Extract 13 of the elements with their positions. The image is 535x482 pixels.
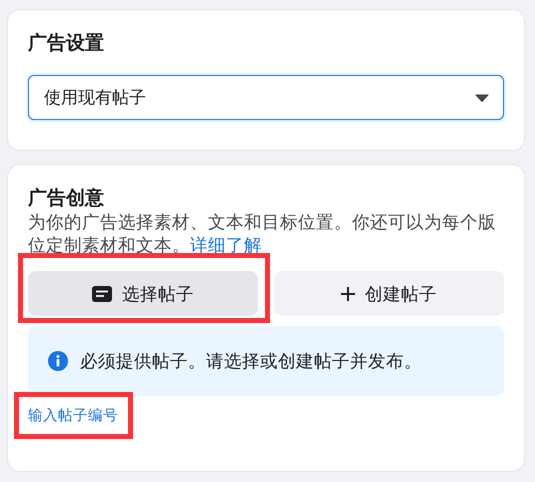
enter-post-id-link[interactable]: 输入帖子编号 (28, 407, 118, 425)
select-post-button[interactable]: 选择帖子 (28, 271, 258, 316)
card-description: 为你的广告选择素材、文本和目标位置。你还可以为每个版位定制素材和文本。详细了解 (28, 211, 497, 257)
post-source-dropdown[interactable]: 使用现有帖子 (28, 75, 504, 120)
notice-text: 必须提供帖子。请选择或创建帖子并发布。 (80, 350, 422, 373)
plus-icon (341, 286, 355, 300)
post-card-icon (92, 286, 112, 302)
learn-more-link[interactable]: 详细了解 (190, 235, 262, 255)
create-post-button[interactable]: 创建帖子 (274, 271, 504, 316)
caret-icon (475, 94, 489, 102)
card-title: 广告设置 (28, 32, 105, 56)
card-title: 广告创意 (28, 187, 105, 211)
info-icon (48, 351, 68, 371)
